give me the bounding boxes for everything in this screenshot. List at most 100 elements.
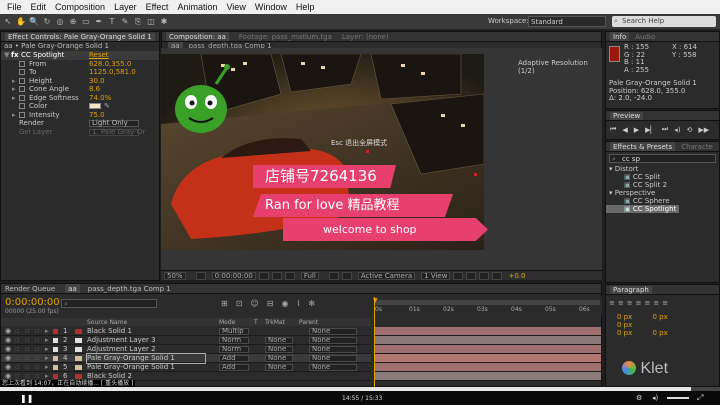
col-source-name[interactable]: Source Name bbox=[87, 319, 127, 326]
col-parent[interactable]: Parent bbox=[299, 319, 318, 326]
indent-first-field[interactable]: 0 px bbox=[617, 321, 632, 329]
parent-dropdown[interactable]: None bbox=[309, 337, 357, 344]
timeline-timecode[interactable]: 0:00:00:00 bbox=[5, 297, 60, 308]
indent-right-field[interactable]: 0 px bbox=[653, 313, 668, 321]
graph-editor-icon[interactable]: ⌇ bbox=[296, 299, 300, 308]
label-color-chip[interactable] bbox=[53, 347, 58, 352]
audio-icon[interactable]: ◂) bbox=[674, 126, 680, 134]
effect-header[interactable]: ▼ fx CC Spotlight Reset bbox=[1, 51, 159, 60]
spotlight-to-point[interactable] bbox=[474, 173, 477, 176]
expand-triangle-icon[interactable]: ▸ bbox=[45, 336, 49, 345]
mode-dropdown[interactable]: Norm bbox=[219, 346, 249, 353]
lock-icon[interactable]: ▫ bbox=[35, 345, 40, 354]
to-value[interactable]: 1125.0,581.0 bbox=[89, 68, 136, 77]
stopwatch-icon[interactable] bbox=[19, 103, 25, 109]
magnification-dropdown[interactable]: 50% bbox=[164, 271, 186, 280]
effects-presets-tab[interactable]: Effects & Presets bbox=[610, 142, 676, 151]
stopwatch-icon[interactable] bbox=[19, 60, 25, 67]
menu-window[interactable]: Window bbox=[255, 0, 287, 14]
expand-triangle-icon[interactable]: ▸ bbox=[12, 77, 16, 86]
ram-preview-icon[interactable]: ▶▶ bbox=[698, 126, 709, 134]
type-tool-icon[interactable]: T bbox=[107, 17, 117, 27]
gel-layer-dropdown[interactable]: 1. Pale Gray-Or bbox=[89, 128, 145, 136]
stopwatch-icon[interactable] bbox=[19, 69, 25, 75]
puppet-tool-icon[interactable]: ✱ bbox=[159, 17, 169, 27]
trkmat-dropdown[interactable]: None bbox=[265, 346, 293, 353]
camera-dropdown[interactable]: Active Camera bbox=[357, 271, 416, 280]
expand-triangle-icon[interactable]: ▼ bbox=[4, 51, 9, 60]
render-queue-tab[interactable]: Render Queue bbox=[5, 284, 55, 293]
fx-icon[interactable]: fx bbox=[11, 51, 19, 60]
visibility-eye-icon[interactable]: ◉ bbox=[5, 336, 11, 345]
effect-cc-split[interactable]: ▣ CC Split bbox=[606, 173, 719, 181]
effect-controls-tab[interactable]: Effect Controls: Pale Gray-Orange Solid … bbox=[1, 32, 159, 42]
layer-duration-bar[interactable] bbox=[375, 372, 601, 381]
visibility-eye-icon[interactable]: ◉ bbox=[5, 354, 11, 363]
visibility-eye-icon[interactable]: ◉ bbox=[5, 345, 11, 354]
menu-layer[interactable]: Layer bbox=[114, 0, 137, 14]
layer-row[interactable]: ◉ ▫ ▫ ▫ ▸ 1 Black Solid 1 Multip None bbox=[1, 327, 371, 336]
snapshot-icon[interactable] bbox=[258, 271, 269, 280]
solo-icon[interactable]: ▫ bbox=[25, 336, 30, 345]
menu-composition[interactable]: Composition bbox=[55, 0, 105, 14]
search-help-input[interactable]: Search Help bbox=[612, 16, 716, 27]
mode-dropdown[interactable]: Norm bbox=[219, 337, 249, 344]
audio-icon[interactable]: ▫ bbox=[15, 354, 20, 363]
volume-icon[interactable]: ◂) bbox=[652, 394, 658, 402]
transparency-grid-icon[interactable] bbox=[341, 271, 352, 280]
layer-name[interactable]: Pale Gray-Orange Solid 1 bbox=[87, 363, 175, 372]
lock-icon[interactable]: ▫ bbox=[35, 354, 40, 363]
expand-triangle-icon[interactable]: ▸ bbox=[12, 111, 16, 120]
parent-dropdown[interactable]: None bbox=[309, 328, 357, 335]
timeline-search-input[interactable]: ⌕ bbox=[61, 299, 157, 308]
spotlight-from-point[interactable] bbox=[366, 150, 369, 153]
color-swatch[interactable] bbox=[89, 103, 101, 109]
lock-icon[interactable]: ▫ bbox=[35, 363, 40, 372]
expand-triangle-icon[interactable]: ▸ bbox=[45, 354, 49, 363]
views-dropdown[interactable]: 1 View bbox=[421, 271, 451, 280]
solo-icon[interactable]: ▫ bbox=[25, 327, 30, 336]
effect-cc-sphere[interactable]: ▣ CC Sphere bbox=[606, 197, 719, 205]
render-dropdown[interactable]: Light Only bbox=[89, 120, 139, 127]
layer-row[interactable]: ◉ ▫ ▫ ▫ ▸ 5 Pale Gray-Orange Solid 1 Add None Non… bbox=[1, 363, 371, 372]
fast-preview-icon[interactable] bbox=[466, 271, 477, 280]
timeline-icon[interactable] bbox=[479, 271, 490, 280]
channel-icon[interactable] bbox=[284, 271, 295, 280]
clone-tool-icon[interactable]: ⎘ bbox=[133, 17, 143, 27]
rotate-tool-icon[interactable]: ↻ bbox=[42, 17, 52, 27]
menu-help[interactable]: Help bbox=[296, 0, 315, 14]
align-left-icon[interactable]: ≡ bbox=[609, 299, 615, 307]
col-mode[interactable]: Mode bbox=[219, 319, 235, 326]
play-icon[interactable]: ▶ bbox=[634, 126, 639, 134]
stopwatch-icon[interactable] bbox=[19, 77, 25, 84]
justify-all-icon[interactable]: ≡ bbox=[662, 299, 668, 307]
space-before-field[interactable]: 0 px bbox=[617, 329, 632, 337]
intensity-value[interactable]: 75.0 bbox=[89, 111, 105, 120]
comp-mini-flowchart-icon[interactable]: ⊞ bbox=[221, 299, 228, 308]
label-color-chip[interactable] bbox=[53, 338, 58, 343]
expand-triangle-icon[interactable]: ▸ bbox=[45, 363, 49, 372]
composition-tab[interactable]: Composition: aa bbox=[166, 32, 229, 41]
settings-icon[interactable]: ⚙ bbox=[636, 394, 642, 402]
audio-icon[interactable]: ▫ bbox=[15, 336, 20, 345]
label-color-chip[interactable] bbox=[53, 329, 58, 334]
motion-blur-icon[interactable]: ◉ bbox=[281, 299, 288, 308]
workspace-select[interactable]: Standard bbox=[528, 16, 606, 27]
expand-triangle-icon[interactable]: ▸ bbox=[45, 345, 49, 354]
exposure-value[interactable]: +0.0 bbox=[508, 272, 525, 280]
region-icon[interactable] bbox=[328, 271, 339, 280]
trkmat-dropdown[interactable]: None bbox=[265, 337, 293, 344]
cti-head-icon[interactable]: ▼ bbox=[373, 297, 378, 304]
menu-effect[interactable]: Effect bbox=[146, 0, 169, 14]
lock-icon[interactable]: ▫ bbox=[35, 327, 40, 336]
info-tab[interactable]: Info bbox=[610, 32, 630, 41]
footage-tab[interactable]: Footage: pass_matlum.tga bbox=[239, 32, 332, 41]
reset-link[interactable]: Reset bbox=[89, 51, 109, 60]
pan-behind-tool-icon[interactable]: ⊕ bbox=[68, 17, 78, 27]
preview-tab[interactable]: Preview bbox=[610, 112, 644, 120]
cone-angle-value[interactable]: 8.6 bbox=[89, 85, 100, 94]
layer-duration-bar[interactable] bbox=[375, 354, 601, 363]
show-snapshot-icon[interactable] bbox=[271, 271, 282, 280]
work-area-bar[interactable] bbox=[375, 300, 600, 305]
parent-dropdown[interactable]: None bbox=[309, 346, 357, 353]
